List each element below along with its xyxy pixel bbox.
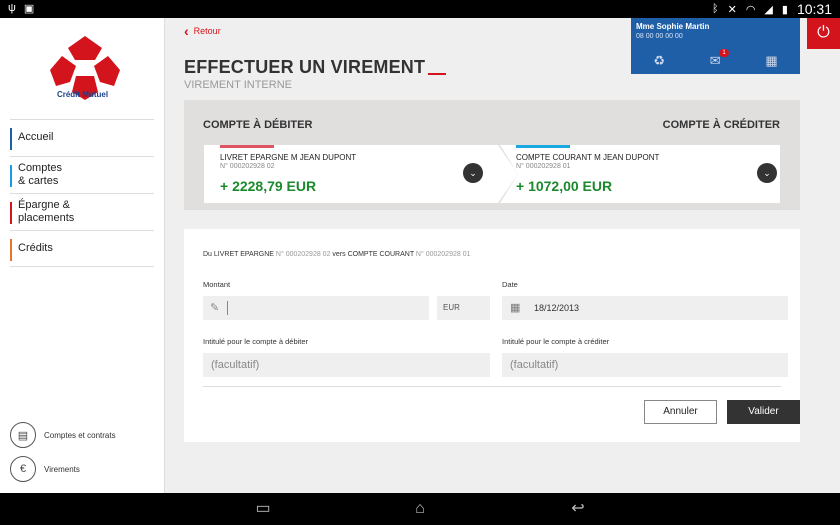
text-cursor <box>227 301 228 315</box>
bluetooth-icon: ᛒ <box>711 3 719 15</box>
power-icon[interactable]: ⏻ <box>807 18 840 49</box>
chevron-left-icon: ‹ <box>184 23 189 39</box>
brand-name: Crédit Mutuel <box>56 90 109 99</box>
credit-wording-label: Intitulé pour le compte à créditer <box>502 337 610 346</box>
chevron-down-icon[interactable]: ⌄ <box>757 163 777 183</box>
link-label: Comptes et contrats <box>44 430 116 440</box>
back-button[interactable]: ‹ Retour <box>184 23 221 39</box>
page-title: EFFECTUER UN VIREMENT <box>184 57 447 78</box>
sidebar: Crédit Mutuel Accueil Comptes & cartes É… <box>0 18 165 493</box>
date-input[interactable]: ▦ 18/12/2013 <box>502 296 788 320</box>
user-phone: 08 00 00 00 00 <box>636 33 683 40</box>
transfer-description: Du LIVRET EPARGNE N° 000202928 02 vers C… <box>203 251 471 258</box>
main-content: ‹ Retour EFFECTUER UN VIREMENT VIREMENT … <box>165 18 840 493</box>
accounts-panel: COMPTE À DÉBITER COMPTE À CRÉDITER LIVRE… <box>184 100 800 210</box>
accent-bar <box>10 128 12 150</box>
document-icon: ▤ <box>10 422 36 448</box>
sidebar-item-label: Crédits <box>18 242 53 254</box>
debit-account-balance: + 2228,79 EUR <box>220 178 317 194</box>
back-icon[interactable]: ↩ <box>563 499 593 519</box>
currency-label: EUR <box>443 303 460 312</box>
chevron-down-icon[interactable]: ⌄ <box>463 163 483 183</box>
from-number: N° 000202928 02 <box>275 251 331 258</box>
accent-bar <box>10 239 12 261</box>
app-screen: ψ ▣ ᛒ ✕ ◠ ◢ ▮ 10:31 Crédit Mutuel Accuei… <box>0 0 840 525</box>
usb-icon: ψ <box>8 2 16 14</box>
date-value: 18/12/2013 <box>534 303 580 313</box>
user-actions: ♻ ✉ ▦ <box>631 48 800 74</box>
recent-apps-icon[interactable]: ▭ <box>248 499 278 519</box>
calendar-icon[interactable]: ▦ <box>765 53 777 69</box>
battery-icon: ▮ <box>781 3 788 16</box>
divider <box>203 386 781 387</box>
navigation-bar: ▭ ⌂ ↩ <box>0 493 840 525</box>
debit-color-bar <box>220 145 274 148</box>
calendar-icon: ▦ <box>510 302 521 314</box>
to-number: N° 000202928 01 <box>415 251 471 258</box>
accent-bar <box>10 165 12 187</box>
user-name: Mme Sophie Martin <box>636 22 710 31</box>
euro-transfer-icon: € <box>10 456 36 482</box>
bottom-links: ▤ Comptes et contrats € Virements <box>10 418 160 486</box>
storage-icon: ▣ <box>23 3 35 15</box>
sidebar-item-epargne-placements[interactable]: Épargne & placements <box>10 193 154 230</box>
accent-bar <box>10 202 12 224</box>
currency-field: EUR <box>437 296 490 320</box>
credit-account-card[interactable]: COMPTE COURANT M JEAN DUPONT N° 00020292… <box>500 145 780 203</box>
from-account: Du LIVRET EPARGNE <box>203 251 274 258</box>
user-panel: Mme Sophie Martin 08 00 00 00 00 ♻ ✉ ▦ 1 <box>631 18 800 74</box>
submit-button[interactable]: Valider <box>727 400 800 424</box>
recycle-icon[interactable]: ♻ <box>653 53 665 69</box>
link-comptes-contrats[interactable]: ▤ Comptes et contrats <box>10 418 160 452</box>
sidebar-item-accueil[interactable]: Accueil <box>10 119 154 156</box>
transfer-form: Du LIVRET EPARGNE N° 000202928 02 vers C… <box>184 229 800 442</box>
signal-icon: ◢ <box>764 3 773 16</box>
title-underscore <box>428 73 447 75</box>
to-account: vers COMPTE COURANT <box>332 251 414 258</box>
placeholder: (facultatif) <box>510 359 559 371</box>
debit-header: COMPTE À DÉBITER <box>203 119 313 131</box>
debit-account-number: N° 000202928 02 <box>220 163 275 170</box>
back-label: Retour <box>193 26 221 36</box>
debit-account-card[interactable]: LIVRET EPARGNE M JEAN DUPONT N° 00020292… <box>204 145 484 203</box>
credit-account-number: N° 000202928 01 <box>516 163 571 170</box>
credit-account-name: COMPTE COURANT M JEAN DUPONT <box>516 153 660 162</box>
page-title-text: EFFECTUER UN VIREMENT <box>184 57 426 77</box>
link-virements[interactable]: € Virements <box>10 452 160 486</box>
sidebar-item-label: Épargne & placements <box>18 199 75 224</box>
mute-icon: ✕ <box>727 3 737 16</box>
debit-wording-input[interactable]: (facultatif) <box>203 353 490 377</box>
status-bar: ψ ▣ ᛒ ✕ ◠ ◢ ▮ 10:31 <box>0 0 840 18</box>
amount-label: Montant <box>203 280 231 289</box>
credit-wording-input[interactable]: (facultatif) <box>502 353 788 377</box>
debit-wording-label: Intitulé pour le compte à débiter <box>203 337 309 346</box>
credit-color-bar <box>516 145 570 148</box>
sidebar-item-credits[interactable]: Crédits <box>10 230 154 267</box>
pencil-icon: ✎ <box>210 302 220 314</box>
credit-account-balance: + 1072,00 EUR <box>516 178 613 194</box>
amount-input[interactable]: ✎ <box>203 296 429 320</box>
cancel-button[interactable]: Annuler <box>644 400 717 424</box>
credit-mutuel-logo-icon <box>50 36 120 100</box>
debit-account-name: LIVRET EPARGNE M JEAN DUPONT <box>220 153 357 162</box>
wifi-icon: ◠ <box>745 3 756 16</box>
placeholder: (facultatif) <box>211 359 260 371</box>
main-menu: Accueil Comptes & cartes Épargne & place… <box>10 119 154 267</box>
page-subtitle: VIREMENT INTERNE <box>184 79 292 91</box>
credit-header: COMPTE À CRÉDITER <box>662 119 780 131</box>
home-icon[interactable]: ⌂ <box>405 499 435 519</box>
sidebar-item-comptes-cartes[interactable]: Comptes & cartes <box>10 156 154 193</box>
sidebar-item-label: Comptes & cartes <box>18 162 63 187</box>
clock: 10:31 <box>796 1 832 17</box>
sidebar-item-label: Accueil <box>18 131 54 143</box>
link-label: Virements <box>44 464 80 474</box>
date-label: Date <box>502 280 518 289</box>
message-count-badge: 1 <box>719 49 729 57</box>
